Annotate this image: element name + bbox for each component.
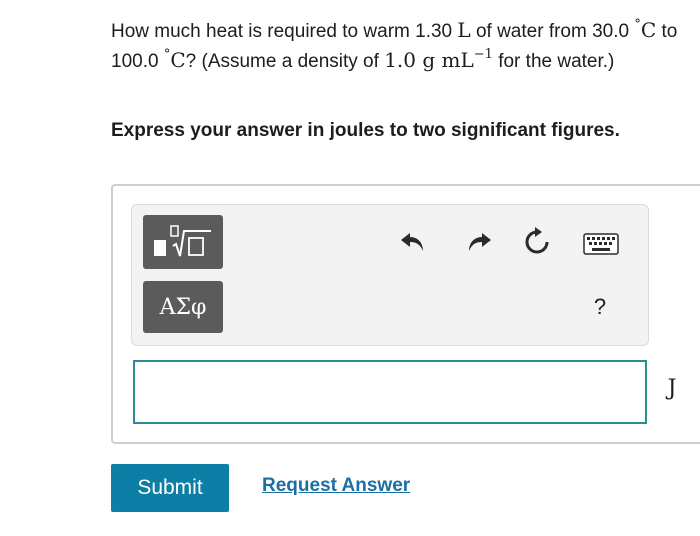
answer-instruction: Express your answer in joules to two sig… <box>111 120 620 141</box>
temperature-unit-2: C <box>170 48 186 72</box>
undo-button[interactable] <box>398 228 428 256</box>
question-part4: ? (Assume a density of <box>185 51 385 72</box>
symbols-button[interactable]: ΑΣφ <box>143 281 223 333</box>
question-text: How much heat is required to warm 1.30 L… <box>111 16 681 76</box>
templates-button[interactable] <box>143 215 223 269</box>
reset-button[interactable] <box>521 226 553 258</box>
density-exponent: −1 <box>473 47 493 62</box>
density-value: 1.0 g mL−1 <box>384 47 493 72</box>
keyboard-icon <box>583 233 619 255</box>
request-answer-link[interactable]: Request Answer <box>262 475 410 497</box>
redo-button[interactable] <box>464 228 494 256</box>
templates-sqrt-icon <box>154 225 211 257</box>
question-part5: for the water.) <box>492 51 615 72</box>
reset-icon <box>525 227 549 254</box>
redo-icon <box>469 233 491 251</box>
question-part2: of water from 30.0 <box>470 21 635 42</box>
answer-input[interactable] <box>133 360 647 424</box>
help-button[interactable]: ? <box>585 291 615 323</box>
temperature-unit-1: C <box>640 18 657 42</box>
answer-unit: J <box>667 376 677 401</box>
keyboard-button[interactable] <box>583 233 619 255</box>
submit-button[interactable]: Submit <box>111 464 229 512</box>
volume-unit: L <box>457 18 471 42</box>
undo-icon <box>401 233 423 251</box>
question-part1: How much heat is required to warm 1.30 <box>111 21 458 42</box>
